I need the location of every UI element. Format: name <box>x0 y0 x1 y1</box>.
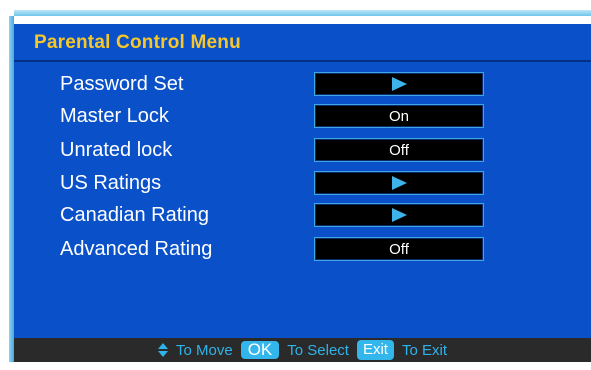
move-hint: To Move <box>176 341 233 359</box>
menu-item-unrated-lock[interactable]: Unrated lock Off <box>14 137 591 163</box>
menu-item-label: Unrated lock <box>60 139 173 161</box>
menu-item-password-set[interactable]: Password Set <box>14 71 591 97</box>
exit-key-badge: Exit <box>356 340 394 360</box>
top-border-line <box>14 10 591 16</box>
menu-item-canadian-rating[interactable]: Canadian Rating <box>14 202 591 228</box>
menu-item-label: Master Lock <box>60 105 169 127</box>
menu-item-label: Canadian Rating <box>60 204 209 226</box>
ok-key-badge: OK <box>240 341 280 359</box>
menu-item-us-ratings[interactable]: US Ratings <box>14 170 591 196</box>
title-divider <box>14 60 591 62</box>
menu-item-label: Password Set <box>60 73 184 95</box>
advanced-rating-value: Off <box>389 240 409 258</box>
menu-item-label: US Ratings <box>60 172 162 194</box>
select-hint: To Select <box>287 341 349 359</box>
unrated-lock-value-box[interactable]: Off <box>314 138 484 162</box>
arrow-right-icon <box>391 208 407 222</box>
canadian-rating-value-box[interactable] <box>314 203 484 227</box>
arrow-right-icon <box>391 77 407 91</box>
master-lock-value-box[interactable]: On <box>314 104 484 128</box>
footer-hint-bar: To Move OK To Select Exit To Exit <box>14 338 591 362</box>
parental-control-menu: Parental Control Menu Password Set Maste… <box>14 24 591 362</box>
master-lock-value: On <box>388 107 409 125</box>
menu-item-label: Advanced Rating <box>60 238 213 260</box>
unrated-lock-value: Off <box>389 141 409 159</box>
advanced-rating-value-box[interactable]: Off <box>314 237 484 261</box>
us-ratings-value-box[interactable] <box>314 171 484 195</box>
menu-title: Parental Control Menu <box>34 32 241 53</box>
password-set-value-box[interactable] <box>314 72 484 96</box>
arrow-right-icon <box>391 176 407 190</box>
menu-item-master-lock[interactable]: Master Lock On <box>14 103 591 129</box>
exit-hint: To Exit <box>401 341 447 359</box>
up-down-arrow-icon <box>158 343 168 357</box>
menu-item-advanced-rating[interactable]: Advanced Rating Off <box>14 236 591 262</box>
